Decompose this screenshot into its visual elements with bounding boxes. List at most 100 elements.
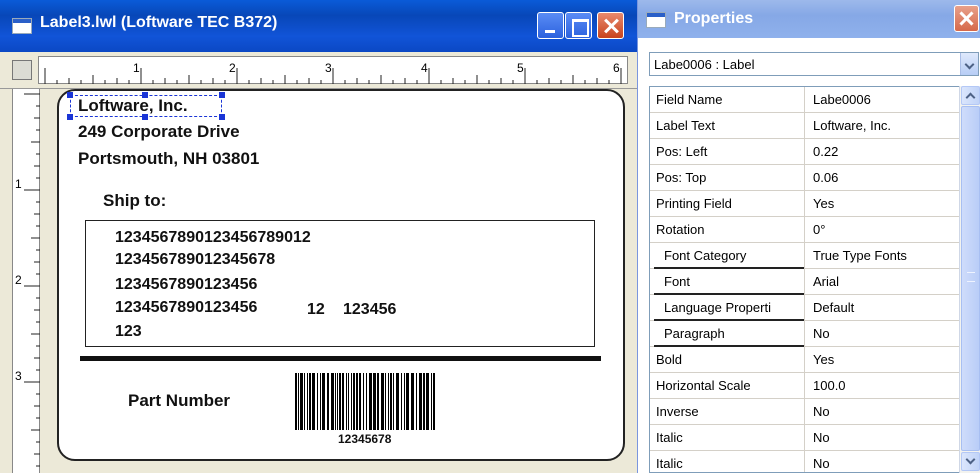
ship-line-extra[interactable]: 123456 (343, 301, 396, 319)
minimize-button[interactable] (537, 12, 564, 39)
property-row[interactable]: Paragraph No (650, 321, 959, 347)
property-row[interactable]: Label Text Loftware, Inc. (650, 113, 959, 139)
property-name-cell[interactable]: Italic (650, 425, 805, 450)
resize-handle[interactable] (67, 92, 73, 98)
label-window-titlebar[interactable]: Label3.lwl (Loftware TEC B372) (0, 0, 637, 52)
barcode-bar (416, 373, 417, 430)
barcode-bar (295, 373, 297, 430)
ship-line[interactable]: 123 (115, 323, 142, 341)
barcode-bar (373, 373, 376, 430)
property-value-cell[interactable]: No (805, 321, 959, 346)
barcode-bar (385, 373, 386, 430)
vertical-ruler: 1 2 3 (12, 89, 40, 473)
property-value: 0.22 (813, 144, 839, 159)
property-value-cell[interactable]: Yes (805, 347, 959, 372)
scroll-down-button[interactable] (961, 452, 980, 471)
ship-to-heading[interactable]: Ship to: (103, 191, 166, 211)
property-row[interactable]: Language Properti Default (650, 295, 959, 321)
resize-handle[interactable] (219, 92, 225, 98)
property-value-cell[interactable]: 0.06 (805, 165, 959, 190)
property-name-cell[interactable]: Language Properti (650, 295, 805, 321)
ship-line[interactable]: 123456789012345678 (115, 251, 275, 269)
property-name-cell[interactable]: Printing Field (650, 191, 805, 216)
barcode-bar (342, 373, 344, 430)
property-row[interactable]: Bold Yes (650, 347, 959, 373)
property-row[interactable]: Printing Field Yes (650, 191, 959, 217)
ruler-corner-button[interactable] (12, 60, 32, 80)
object-selector-dropdown[interactable]: Labe0006 : Label (649, 52, 979, 76)
address-line-1[interactable]: 249 Corporate Drive (78, 122, 240, 142)
property-value-cell[interactable]: Loftware, Inc. (805, 113, 959, 138)
barcode[interactable] (294, 373, 437, 430)
property-name-cell[interactable]: Rotation (650, 217, 805, 242)
property-row[interactable]: Pos: Left 0.22 (650, 139, 959, 165)
property-value: Labe0006 (813, 92, 871, 107)
property-row[interactable]: Italic No (650, 451, 959, 472)
property-row[interactable]: Pos: Top 0.06 (650, 165, 959, 191)
ship-line[interactable]: 1234567890123456 (115, 299, 257, 317)
property-value-cell[interactable]: No (805, 451, 959, 472)
property-value-cell[interactable]: No (805, 399, 959, 424)
barcode-text[interactable]: 12345678 (338, 432, 391, 446)
barcode-bar (309, 373, 311, 430)
property-name-cell[interactable]: Font (650, 269, 805, 295)
property-row[interactable]: Font Arial (650, 269, 959, 295)
property-name-cell[interactable]: Horizontal Scale (650, 373, 805, 398)
property-value-cell[interactable]: Arial (805, 269, 959, 294)
barcode-bar (307, 373, 308, 430)
property-value: No (813, 430, 830, 445)
property-row[interactable]: Horizontal Scale 100.0 (650, 373, 959, 399)
barcode-bar (390, 373, 392, 430)
address-line-2[interactable]: Portsmouth, NH 03801 (78, 149, 259, 169)
close-button[interactable] (597, 12, 624, 39)
property-row[interactable]: Rotation 0° (650, 217, 959, 243)
chevron-down-icon[interactable] (960, 53, 978, 75)
property-name-cell[interactable]: Italic (650, 451, 805, 472)
property-name-cell[interactable]: Pos: Top (650, 165, 805, 190)
property-row[interactable]: Field Name Labe0006 (650, 87, 959, 113)
ship-line[interactable]: 1234567890123456789012 (115, 229, 311, 247)
property-name-cell[interactable]: Label Text (650, 113, 805, 138)
property-value-cell[interactable]: No (805, 425, 959, 450)
property-value: Default (813, 300, 855, 315)
property-name-cell[interactable]: Bold (650, 347, 805, 372)
property-name-cell[interactable]: Pos: Left (650, 139, 805, 164)
property-row[interactable]: Font Category True Type Fonts (650, 243, 959, 269)
ruler-number: 3 (325, 61, 332, 75)
property-name-cell[interactable]: Inverse (650, 399, 805, 424)
property-scrollbar[interactable] (959, 86, 980, 473)
property-value: 0° (813, 222, 826, 237)
property-value-cell[interactable]: 100.0 (805, 373, 959, 398)
properties-close-button[interactable] (954, 5, 979, 32)
property-value-cell[interactable]: 0.22 (805, 139, 959, 164)
property-row[interactable]: Italic No (650, 425, 959, 451)
property-value-cell[interactable]: Default (805, 295, 959, 320)
ruler-number: 6 (613, 61, 620, 75)
ship-line-extra[interactable]: 12 (307, 301, 325, 319)
property-value-cell[interactable]: True Type Fonts (805, 243, 959, 268)
property-name-cell[interactable]: Paragraph (650, 321, 805, 347)
property-name-cell[interactable]: Field Name (650, 87, 805, 112)
property-value-cell[interactable]: 0° (805, 217, 959, 242)
property-value-cell[interactable]: Yes (805, 191, 959, 216)
property-value: No (813, 326, 830, 341)
maximize-button[interactable] (565, 12, 592, 39)
resize-handle[interactable] (67, 114, 73, 120)
properties-titlebar[interactable]: Properties (638, 0, 980, 38)
property-value-cell[interactable]: Labe0006 (805, 87, 959, 112)
part-number-label[interactable]: Part Number (128, 391, 230, 411)
barcode-bar (431, 373, 432, 430)
property-row[interactable]: Inverse No (650, 399, 959, 425)
barcode-bar (331, 373, 334, 430)
scroll-up-button[interactable] (961, 86, 980, 105)
property-name: Italic (656, 456, 683, 471)
ruler-scale: 1 2 3 4 5 6 (38, 56, 628, 84)
company-field[interactable]: Loftware, Inc. (78, 96, 188, 116)
resize-handle[interactable] (219, 114, 225, 120)
separator-line[interactable] (80, 356, 601, 361)
ship-line[interactable]: 1234567890123456 (115, 276, 257, 294)
barcode-bar (388, 373, 389, 430)
scroll-thumb[interactable] (961, 106, 980, 451)
property-name-cell[interactable]: Font Category (650, 243, 805, 269)
ruler-number: 1 (15, 177, 22, 191)
